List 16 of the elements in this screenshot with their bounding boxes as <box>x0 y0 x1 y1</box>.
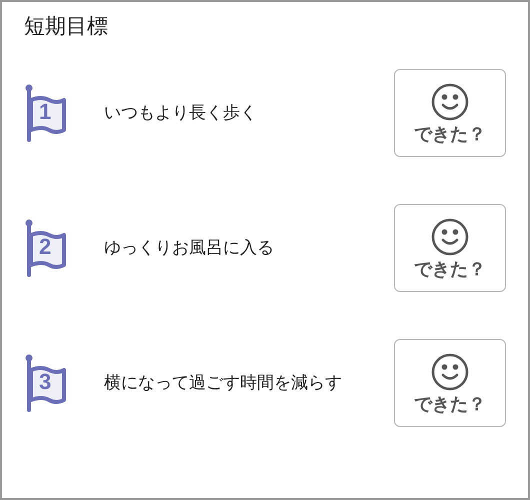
flag-icon <box>25 84 67 142</box>
smiley-icon <box>431 218 469 256</box>
goal-text: 横になって過ごす時間を減らす <box>104 372 343 394</box>
done-button[interactable]: できた？ <box>394 69 506 157</box>
goal-text: ゆっくりお風呂に入る <box>104 237 275 260</box>
goal-number: 3 <box>39 371 52 393</box>
section-title: 短期目標 <box>24 16 108 37</box>
goal-number: 2 <box>39 236 52 258</box>
flag-icon <box>25 354 67 412</box>
done-button[interactable]: できた？ <box>394 204 506 292</box>
done-button[interactable]: できた？ <box>394 339 506 427</box>
smiley-icon <box>431 83 469 121</box>
flag-icon <box>25 219 67 277</box>
goal-number: 1 <box>39 101 52 123</box>
smiley-icon <box>431 353 469 391</box>
goal-text: いつもより長く歩く <box>104 102 258 124</box>
